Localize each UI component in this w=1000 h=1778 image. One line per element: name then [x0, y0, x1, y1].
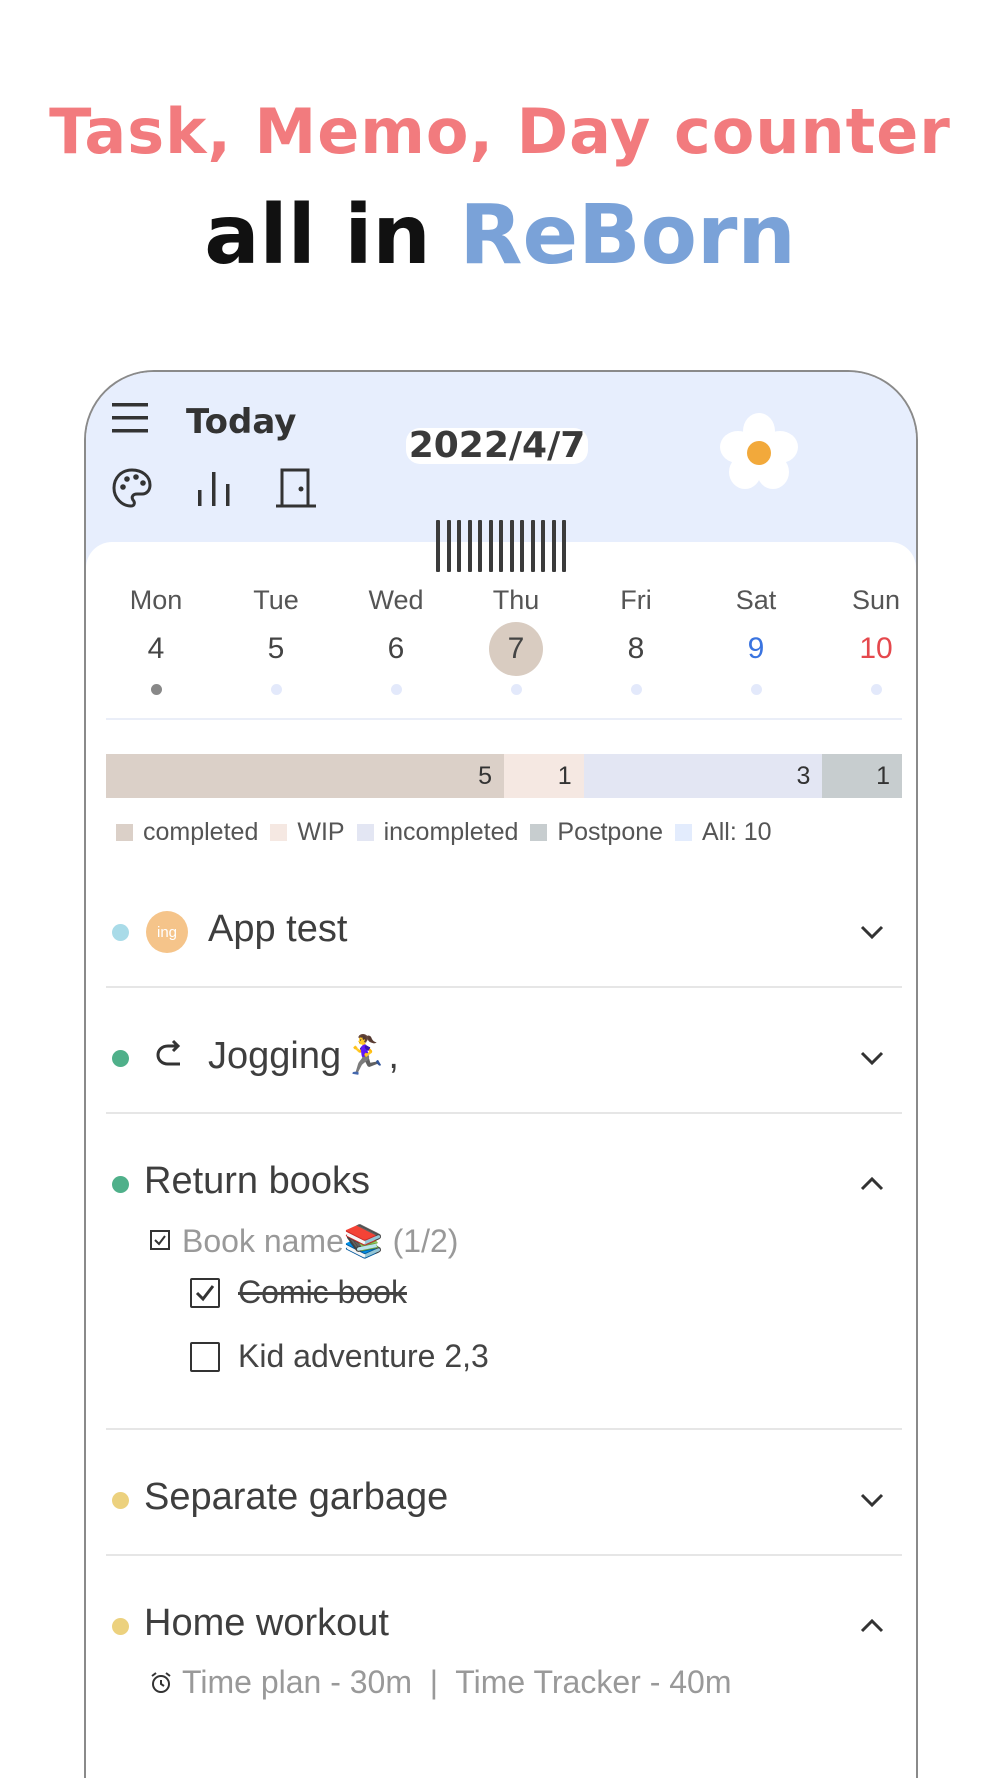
- headline-brand: all in ReBorn: [0, 188, 1000, 283]
- task-row[interactable]: ing App test: [106, 892, 902, 972]
- brand-name: ReBorn: [459, 188, 796, 283]
- calendar-day-tue[interactable]: Tue 5: [226, 582, 326, 695]
- week-divider: [106, 718, 902, 720]
- day-name: Thu: [492, 585, 540, 615]
- task-title: Home workout: [144, 1602, 389, 1644]
- task-divider: [106, 1112, 902, 1114]
- door-exit-icon[interactable]: [272, 464, 320, 512]
- progress-incompleted: 3: [583, 754, 823, 798]
- task-row[interactable]: Home workout Time plan - 30m | Time Trac…: [106, 1586, 902, 1746]
- progress-completed: 5: [106, 754, 504, 798]
- week-strip: Mon 4 Tue 5 Wed 6 Thu 7 Fri 8 Sat 9 Sun 10: [86, 582, 916, 712]
- day-name: Sun: [851, 585, 901, 615]
- task-row[interactable]: Separate garbage: [106, 1460, 902, 1540]
- calendar-day-wed[interactable]: Wed 6: [346, 582, 446, 695]
- checklist-title: Book name📚 (1/2): [182, 1223, 459, 1259]
- progress-postpone: 1: [822, 754, 902, 798]
- task-divider: [106, 1554, 902, 1556]
- current-date: 2022/4/7: [406, 428, 588, 464]
- day-name: Wed: [368, 585, 424, 615]
- day-number: 10: [859, 632, 893, 665]
- chevron-up-icon[interactable]: [852, 1606, 892, 1646]
- drag-handle[interactable]: [436, 520, 566, 572]
- progress-legend: completed WIP incompleted Postpone All: …: [116, 812, 784, 852]
- alarm-clock-icon: [148, 1670, 174, 1696]
- task-title: Jogging🏃‍♀️,: [208, 1035, 399, 1077]
- day-name: Sat: [735, 585, 777, 615]
- page-title: Today: [186, 402, 297, 442]
- day-task-indicator: [390, 684, 402, 695]
- day-number: 7: [489, 622, 543, 676]
- time-plan-text: Time plan - 30m | Time Tracker - 40m: [182, 1664, 732, 1700]
- checkbox-unchecked[interactable]: [190, 1342, 220, 1372]
- calendar-day-thu[interactable]: Thu 7: [466, 582, 566, 695]
- day-task-indicator: [510, 684, 522, 695]
- calendar-day-mon[interactable]: Mon 4: [106, 582, 206, 695]
- day-task-indicator: [150, 684, 162, 695]
- day-number: 4: [147, 632, 165, 665]
- chevron-down-icon[interactable]: [852, 1038, 892, 1078]
- checklist-item-label: Kid adventure 2,3: [238, 1338, 489, 1374]
- day-name: Mon: [129, 585, 183, 615]
- legend-all: All: 10: [675, 818, 772, 847]
- day-number: 5: [267, 632, 285, 665]
- day-number: 8: [627, 632, 645, 665]
- day-task-indicator: [870, 684, 882, 695]
- day-number: 9: [747, 632, 765, 665]
- legend-wip: WIP: [270, 818, 345, 847]
- day-task-indicator: [630, 684, 642, 695]
- day-number: 6: [387, 632, 405, 665]
- task-title: App test: [208, 908, 348, 950]
- chevron-down-icon[interactable]: [852, 912, 892, 952]
- day-task-indicator: [270, 684, 282, 695]
- hamburger-menu-icon[interactable]: [108, 396, 152, 440]
- day-name: Fri: [620, 585, 652, 615]
- phone-frame: Today 2022/4/7 Mon 4 Tue 5 Wed 6 Thu 7 F…: [84, 370, 918, 1778]
- task-progress-bar: 5 1 3 1: [106, 754, 902, 798]
- task-color-dot: [112, 1618, 129, 1635]
- task-row[interactable]: Jogging🏃‍♀️,: [106, 1018, 902, 1098]
- legend-postpone: Postpone: [530, 818, 663, 847]
- chevron-up-icon[interactable]: [852, 1164, 892, 1204]
- checklist-icon: [148, 1228, 172, 1252]
- stats-bar-icon[interactable]: [190, 464, 238, 512]
- task-row[interactable]: Return books Book name📚 (1/2) Comic book…: [106, 1144, 902, 1444]
- flower-icon[interactable]: [716, 410, 802, 496]
- task-color-dot: [112, 924, 129, 941]
- calendar-day-sun[interactable]: Sun 10: [826, 582, 916, 695]
- task-title: Return books: [144, 1160, 371, 1202]
- in-progress-badge: ing: [146, 911, 188, 953]
- progress-wip: 1: [504, 754, 584, 798]
- chevron-down-icon[interactable]: [852, 1480, 892, 1520]
- legend-incompleted: incompleted: [356, 818, 518, 847]
- checkbox-checked[interactable]: [190, 1278, 220, 1308]
- task-color-dot: [112, 1492, 129, 1509]
- headline-prefix: all in: [204, 188, 460, 283]
- task-title: Separate garbage: [144, 1476, 449, 1518]
- palette-icon[interactable]: [108, 464, 156, 512]
- legend-completed: completed: [116, 818, 258, 847]
- task-divider: [106, 1428, 902, 1430]
- headline-features: Task, Memo, Day counter: [49, 95, 951, 168]
- calendar-day-fri[interactable]: Fri 8: [586, 582, 686, 695]
- checklist-item-label: Comic book: [238, 1274, 407, 1310]
- task-divider: [106, 986, 902, 988]
- calendar-day-sat[interactable]: Sat 9: [706, 582, 806, 695]
- repeat-icon: [150, 1036, 190, 1076]
- day-task-indicator: [750, 684, 762, 695]
- task-color-dot: [112, 1050, 129, 1067]
- day-name: Tue: [253, 585, 299, 615]
- task-color-dot: [112, 1176, 129, 1193]
